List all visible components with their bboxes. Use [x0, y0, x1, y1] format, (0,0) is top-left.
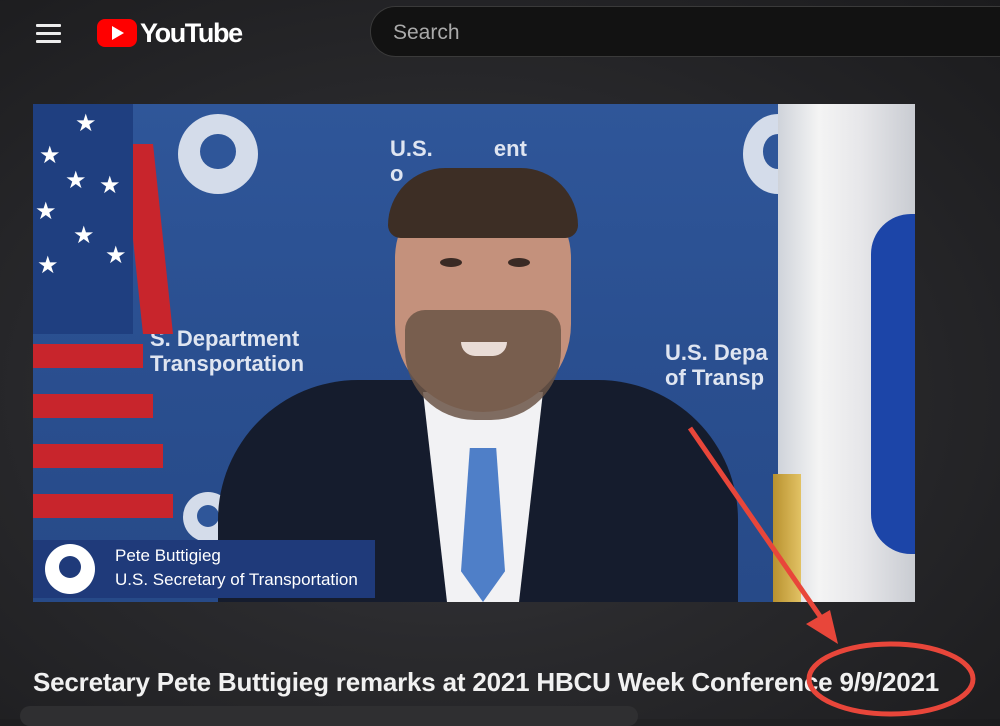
- search-input[interactable]: [391, 17, 955, 49]
- flag-fringe: [773, 474, 801, 602]
- youtube-play-icon: [97, 19, 137, 47]
- top-bar: YouTube: [0, 0, 1000, 66]
- video-player[interactable]: U.S. ent o n S. Department Transportatio…: [33, 104, 915, 602]
- speaker: [218, 130, 738, 602]
- speaker-role: U.S. Secretary of Transportation: [115, 570, 358, 589]
- logo-text: YouTube: [140, 17, 243, 48]
- dot-flag-emblem: [871, 214, 915, 554]
- youtube-logo[interactable]: YouTube: [97, 16, 243, 50]
- us-flag: ★ ★ ★ ★ ★ ★ ★ ★: [33, 104, 183, 602]
- video-title: Secretary Pete Buttigieg remarks at 2021…: [33, 667, 940, 697]
- search-box[interactable]: [370, 6, 1000, 57]
- name-lower-third: Pete Buttigieg U.S. Secretary of Transpo…: [33, 540, 375, 598]
- video-actions-bar: [20, 706, 638, 726]
- hamburger-menu-icon[interactable]: [32, 18, 64, 48]
- arrow-head-icon: [806, 610, 838, 644]
- dot-logo-icon: [45, 544, 95, 594]
- speaker-name: Pete Buttigieg: [115, 546, 221, 565]
